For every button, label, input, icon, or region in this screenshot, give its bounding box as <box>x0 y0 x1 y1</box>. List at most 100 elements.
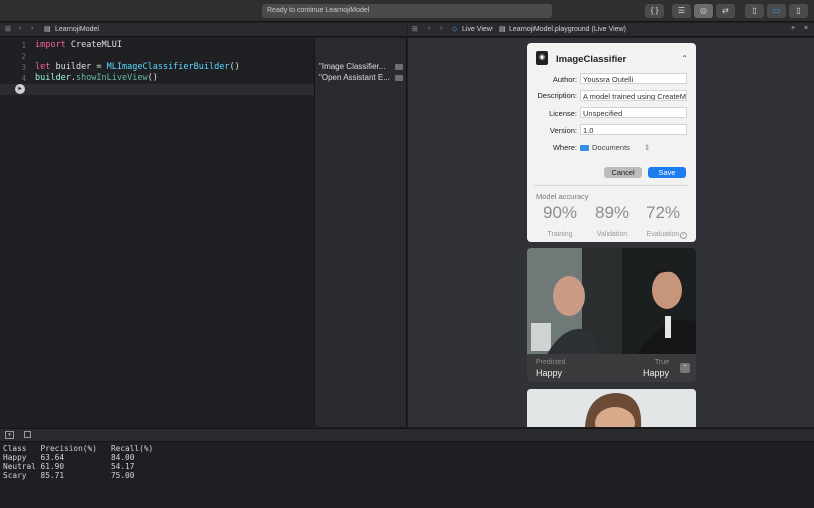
file-icon: ▤ <box>499 26 506 33</box>
debug-bar: ▾ <box>0 428 814 442</box>
validation-accuracy: 89% <box>594 203 630 222</box>
evaluation-accuracy: 72% <box>645 203 681 222</box>
result-item[interactable]: "Image Classifier... <box>319 62 405 72</box>
close-icon[interactable]: × <box>804 25 808 32</box>
activity-status-field: Ready to continue LearnojiModel <box>262 4 552 18</box>
keyword-import: import <box>35 40 66 50</box>
true-label: True <box>654 359 669 366</box>
debug-area-toggle-icon[interactable]: ▭ <box>767 4 786 18</box>
inspector-toggle-icon[interactable]: ▯ <box>789 4 808 18</box>
save-button[interactable]: Save <box>648 167 686 178</box>
where-popup[interactable]: Documents ⇕ <box>580 143 650 152</box>
keyword-let: let <box>35 62 51 72</box>
console-row: Neutral 61.90 54.17 <box>3 462 135 471</box>
assistant-editor-icon[interactable]: ◎ <box>694 4 713 18</box>
code-text: let builder = MLImageClassifierBuilder() <box>35 62 240 72</box>
standard-editor-icon[interactable]: ☰ <box>672 4 691 18</box>
live-view-panel: ◉ ImageClassifier ⌃ Author: Youssra Oute… <box>408 38 814 427</box>
next-prediction-card[interactable] <box>527 389 696 427</box>
quick-look-icon[interactable] <box>395 75 403 81</box>
code-line[interactable]: 2 <box>0 51 314 62</box>
author-field[interactable]: Youssra Outelli <box>580 73 687 84</box>
training-label: Training <box>547 231 573 238</box>
liveview-jumpbar: ⊞ ‹ › ◇ Live View › ▤ LearnojiModel.play… <box>408 23 814 37</box>
version-field[interactable]: 1.0 <box>580 124 687 135</box>
console-row: Scary 85.71 75.00 <box>3 471 135 480</box>
results-sidebar: "Image Classifier... "Open Assistant E..… <box>314 38 407 427</box>
where-label: Where: <box>552 143 577 152</box>
code-text: builder.showInLiveView() <box>35 73 158 83</box>
where-value: Documents <box>592 143 630 152</box>
console-row: Happy 63.64 84.00 <box>3 453 135 462</box>
quick-look-icon[interactable] <box>395 64 403 70</box>
description-field[interactable]: A model trained using CreateML <box>580 90 687 101</box>
result-item[interactable]: "Open Assistant E... <box>319 73 405 83</box>
window-toolbar: Ready to continue LearnojiModel { } ☰ ◎ … <box>0 0 814 22</box>
expand-icon[interactable]: ⌃ <box>680 363 690 373</box>
prediction-bar: Predicted Happy True Happy ⌃ <box>527 354 696 382</box>
description-label: Description: <box>537 91 577 100</box>
related-items-icon[interactable]: ⊞ <box>412 25 418 33</box>
method-name: showInLiveView <box>75 73 148 83</box>
folder-icon <box>580 145 589 152</box>
console-output[interactable]: Class Precision(%) Recall(%) Happy 63.64… <box>0 442 814 508</box>
validation-label: Validation <box>596 231 628 238</box>
jumpbar-mode[interactable]: Live View <box>462 26 492 33</box>
jumpbar-live-file[interactable]: LearnojiModel.playground (Live View) <box>509 26 626 33</box>
editor-jumpbar: ⊞ ‹ › ▤ LearnojiModel <box>0 23 407 37</box>
current-code-line[interactable]: ▶ <box>0 84 314 95</box>
add-editor-icon[interactable]: + <box>791 25 795 32</box>
line-number: 2 <box>21 52 26 61</box>
prediction-image <box>527 248 696 354</box>
code-editor[interactable]: 1 import CreateMLUI 2 3 let builder = ML… <box>0 38 314 427</box>
classifier-title: ImageClassifier <box>556 54 627 65</box>
predicted-label: Predicted <box>536 359 566 366</box>
console-header: Class Precision(%) Recall(%) <box>3 444 154 453</box>
forward-arrow-icon[interactable]: › <box>440 25 442 32</box>
cancel-button[interactable]: Cancel <box>604 167 642 178</box>
jumpbar-file-name[interactable]: LearnojiModel <box>55 26 99 33</box>
file-icon: ▤ <box>44 26 51 33</box>
forward-arrow-icon[interactable]: › <box>31 25 33 32</box>
stepper-arrows-icon: ⇕ <box>643 143 651 152</box>
chevron-up-icon[interactable]: ⌃ <box>681 54 688 63</box>
license-label: License: <box>549 109 577 118</box>
code-line[interactable]: 1 import CreateMLUI <box>0 40 314 51</box>
prediction-card[interactable]: Predicted Happy True Happy ⌃ <box>527 248 696 382</box>
chevron-right-icon: › <box>491 25 494 32</box>
code-line[interactable]: 3 let builder = MLImageClassifierBuilder… <box>0 62 314 73</box>
info-icon[interactable]: › <box>680 232 687 239</box>
back-arrow-icon[interactable]: ‹ <box>19 25 21 32</box>
model-icon: ◉ <box>536 51 548 65</box>
image-classifier-card: ◉ ImageClassifier ⌃ Author: Youssra Oute… <box>527 43 696 242</box>
predicted-value: Happy <box>536 368 563 378</box>
divider <box>534 185 689 186</box>
related-items-icon[interactable]: ⊞ <box>5 25 11 33</box>
classifier-header: ◉ ImageClassifier ⌃ <box>527 43 696 73</box>
variable-name: builder <box>35 73 71 83</box>
result-text: "Image Classifier... <box>319 62 386 71</box>
version-label: Version: <box>549 126 577 135</box>
training-accuracy: 90% <box>542 203 578 222</box>
author-label: Author: <box>552 75 577 84</box>
hide-debug-area-icon[interactable]: ▾ <box>5 431 14 439</box>
navigator-toggle-icon[interactable]: ▯ <box>745 4 764 18</box>
back-arrow-icon[interactable]: ‹ <box>428 25 430 32</box>
license-field[interactable]: Unspecified <box>580 107 687 118</box>
line-number: 1 <box>21 41 26 50</box>
line-number: 4 <box>21 74 26 83</box>
live-view-icon: ◇ <box>452 26 458 33</box>
code-text: import CreateMLUI <box>35 40 122 50</box>
true-value: Happy <box>642 368 669 378</box>
version-editor-icon[interactable]: ⇄ <box>716 4 735 18</box>
module-name: CreateMLUI <box>70 40 123 50</box>
stop-icon[interactable] <box>24 431 31 438</box>
result-text: "Open Assistant E... <box>319 73 390 82</box>
next-prediction-image <box>527 389 696 427</box>
library-button[interactable]: { } <box>645 4 664 18</box>
class-name: MLImageClassifierBuilder <box>106 62 230 72</box>
code-line[interactable]: 4 builder.showInLiveView() <box>0 73 314 84</box>
line-number: 3 <box>21 63 26 72</box>
accuracy-title: Model accuracy <box>536 192 589 201</box>
run-play-icon[interactable]: ▶ <box>15 84 25 94</box>
